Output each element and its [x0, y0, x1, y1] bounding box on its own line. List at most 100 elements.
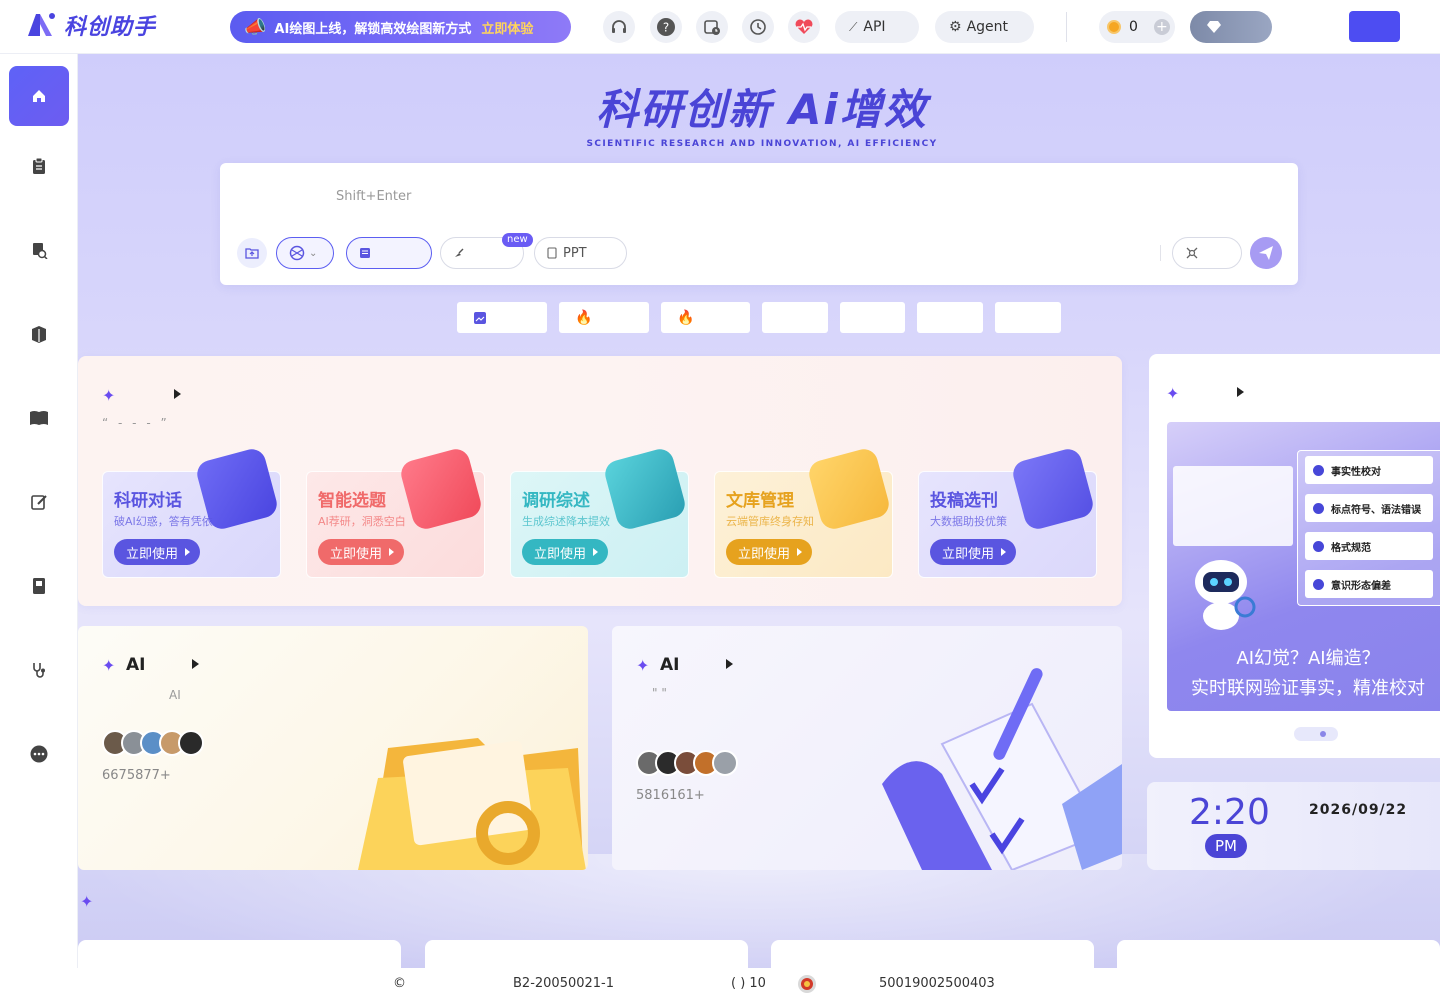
logo[interactable]: 科创助手 [24, 8, 156, 42]
sidebar-item-more[interactable] [9, 724, 69, 784]
more-icon [30, 745, 48, 763]
card-title: AI [126, 655, 146, 675]
quick-chip-hot-1[interactable]: 🔥 [559, 302, 649, 333]
footer: © B2-20050021-1 ( ) 10 50019002500403 [0, 968, 1440, 1000]
tool-card-review[interactable]: 调研综述 生成综述降本提效 立即使用 [510, 446, 689, 578]
chat-input-card: Shift+Enter ⌄ new PPT [220, 163, 1298, 285]
sidebar [0, 54, 78, 1000]
quick-chip-3[interactable] [762, 302, 828, 333]
diamond-icon [1207, 21, 1221, 33]
folder-upload-icon [245, 248, 259, 259]
clipboard-icon [33, 157, 45, 174]
play-icon[interactable] [174, 389, 181, 399]
sidebar-item-edit[interactable] [9, 472, 69, 532]
chat-input[interactable]: Shift+Enter [336, 189, 411, 204]
upload-folder-button[interactable] [237, 238, 267, 268]
ppt-label: PPT [563, 245, 587, 261]
document-check-illustration [882, 668, 1122, 870]
divider [1160, 245, 1161, 261]
carousel-dots[interactable] [1294, 727, 1338, 741]
model-select[interactable]: ⌄ [276, 237, 334, 269]
sidebar-item-research[interactable] [9, 220, 69, 280]
tool-title: 智能选题 [318, 491, 386, 511]
heartbeat-icon[interactable] [788, 11, 820, 43]
svg-text:?: ? [663, 21, 669, 35]
play-icon[interactable] [192, 659, 199, 669]
use-now-button[interactable]: 立即使用 [318, 539, 405, 565]
vip-button[interactable] [1190, 11, 1272, 43]
tool-desc: 云端管库终身存知 [726, 515, 814, 528]
headset-icon[interactable] [603, 11, 635, 43]
icp-number[interactable]: ( ) 10 [731, 976, 766, 991]
check-item: 标点符号、语法错误 [1305, 494, 1433, 522]
fire-icon: 🔥 [677, 309, 695, 326]
folder-icon [806, 446, 892, 532]
sidebar-item-manual[interactable] [9, 556, 69, 616]
play-icon[interactable] [1237, 387, 1244, 397]
main-content: 科研创新 Ai增效 SCIENTIFIC RESEARCH AND INNOVA… [78, 54, 1440, 1000]
clock-time: 2:20 [1189, 792, 1270, 833]
login-button[interactable] [1349, 11, 1400, 42]
tool-card-chat[interactable]: 科研对话 破AI幻惑，答有凭依 立即使用 [102, 446, 281, 578]
tools-chip[interactable] [1172, 237, 1242, 269]
tool-title: 投稿选刊 [930, 491, 998, 511]
coins-balance[interactable]: 0 + [1099, 11, 1175, 43]
quick-chip-5[interactable] [917, 302, 983, 333]
use-now-button[interactable]: 立即使用 [114, 539, 201, 565]
quick-chip-hot-2[interactable]: 🔥 [661, 302, 750, 333]
promo-card-2[interactable]: ✦ AI " " 5816161+ [612, 626, 1122, 870]
tool-card-topic[interactable]: 智能选题 AI荐研，洞悉空白 立即使用 [306, 446, 485, 578]
hero: 科研创新 Ai增效 SCIENTIFIC RESEARCH AND INNOVA… [572, 76, 952, 149]
right-banner-card: ✦ 事实性校对 标点符号、语法错误 格式规范 意识形态偏差 AI幻觉？AI编造？… [1149, 354, 1440, 758]
carousel-banner[interactable]: 事实性校对 标点符号、语法错误 格式规范 意识形态偏差 AI幻觉？AI编造？ 实… [1167, 422, 1440, 711]
help-icon[interactable]: ? [650, 11, 682, 43]
home-icon [33, 90, 45, 102]
history-icon[interactable] [742, 11, 774, 43]
quick-chip-image[interactable] [457, 302, 547, 333]
coin-icon [1107, 20, 1121, 34]
book-icon [30, 411, 48, 425]
avatar [178, 730, 204, 756]
manual-icon [33, 578, 45, 594]
robot-icon [1195, 560, 1256, 630]
quick-chip-4[interactable] [840, 302, 905, 333]
send-button[interactable] [1250, 237, 1282, 269]
stethoscope-icon [33, 663, 45, 678]
tool-card-journal[interactable]: 投稿选刊 大数据助投优策 立即使用 [918, 446, 1097, 578]
use-now-button[interactable]: 立即使用 [726, 539, 813, 565]
tool-desc: 破AI幻惑，答有凭依 [114, 515, 213, 528]
promo-banner[interactable]: 📣 AI绘图上线，解锁高效绘图新方式 立即体验 [230, 11, 571, 43]
promo-card-1[interactable]: ✦ AI AI 6675877+ [78, 626, 588, 870]
calendar-clock-icon[interactable] [696, 11, 728, 43]
mode-chip-chat[interactable] [346, 237, 432, 269]
tool-title: 调研综述 [522, 491, 590, 511]
tool-desc: AI荐研，洞悉空白 [318, 515, 406, 528]
use-now-button[interactable]: 立即使用 [522, 539, 609, 565]
tools-icon [1186, 247, 1198, 259]
plug-icon: ⟋ [849, 19, 858, 34]
icp-license[interactable]: B2-20050021-1 [513, 976, 614, 991]
add-coins-icon[interactable]: + [1153, 19, 1170, 35]
sidebar-item-clipboard[interactable] [9, 136, 69, 196]
use-now-button[interactable]: 立即使用 [930, 539, 1017, 565]
sidebar-item-library[interactable] [9, 304, 69, 364]
top-bar: 科创助手 📣 AI绘图上线，解锁高效绘图新方式 立即体验 ? ⟋ API ⚙ A… [0, 0, 1440, 54]
api-button[interactable]: ⟋ API [835, 11, 919, 43]
check-item: 格式规范 [1305, 532, 1433, 560]
clock-ampm: PM [1205, 834, 1247, 858]
promo-cta[interactable]: 立即体验 [481, 18, 533, 37]
sparkle-icon: ✦ [80, 892, 94, 911]
feature-quote: “ - - - ” [102, 416, 170, 430]
police-record[interactable]: 50019002500403 [879, 976, 995, 991]
quick-chip-6[interactable] [995, 302, 1061, 333]
sidebar-item-home[interactable] [9, 66, 69, 126]
card-subtitle: AI [169, 688, 181, 702]
play-icon[interactable] [726, 659, 733, 669]
mode-chip-ppt[interactable]: PPT [534, 237, 627, 269]
hero-title: 科研创新 Ai增效 [596, 85, 928, 134]
agent-button[interactable]: ⚙ Agent [935, 11, 1034, 43]
tool-card-library[interactable]: 文库管理 云端管库终身存知 立即使用 [714, 446, 893, 578]
sidebar-item-stethoscope[interactable] [9, 640, 69, 700]
sidebar-item-book[interactable] [9, 388, 69, 448]
user-count: 6675877+ [102, 768, 171, 783]
